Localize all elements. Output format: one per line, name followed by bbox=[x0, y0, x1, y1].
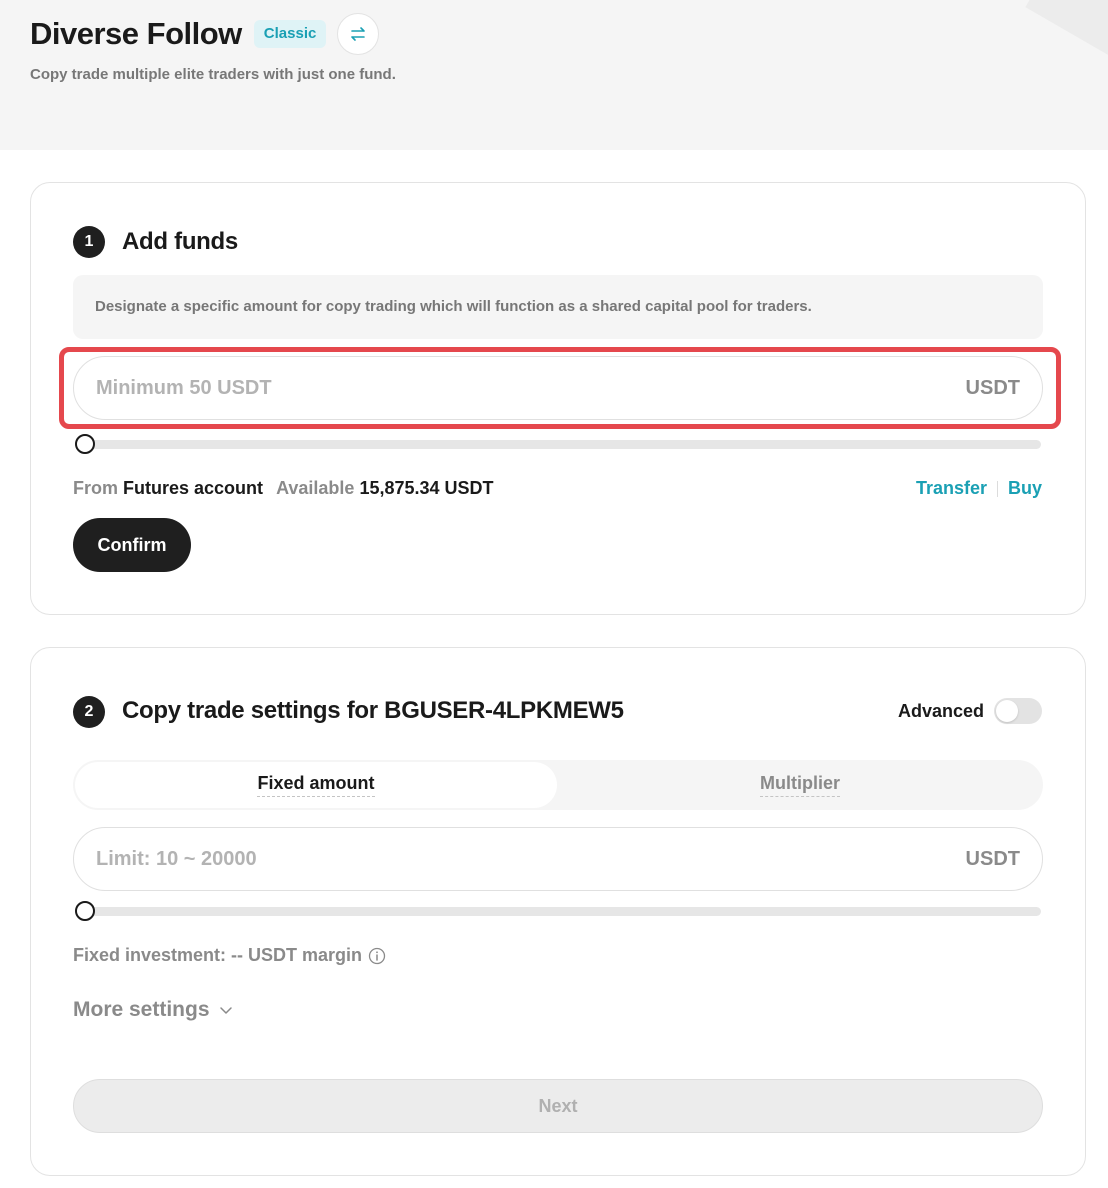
account-name: Futures account bbox=[123, 478, 264, 498]
funds-unit-label: USDT bbox=[965, 376, 1020, 399]
info-icon[interactable] bbox=[368, 947, 386, 965]
step-number-1: 1 bbox=[73, 226, 105, 258]
copy-settings-title: Copy trade settings for BGUSER-4LPKMEW5 bbox=[122, 697, 624, 724]
add-funds-card: 1 Add funds Designate a specific amount … bbox=[30, 182, 1086, 615]
next-button[interactable]: Next bbox=[73, 1079, 1043, 1133]
copy-settings-card: 2 Copy trade settings for BGUSER-4LPKMEW… bbox=[30, 647, 1086, 1176]
limit-amount-field[interactable]: USDT bbox=[73, 827, 1043, 891]
page-subtitle: Copy trade multiple elite traders with j… bbox=[30, 66, 396, 83]
funds-slider[interactable] bbox=[75, 434, 1041, 454]
header-decoration bbox=[1025, 0, 1108, 63]
buy-link[interactable]: Buy bbox=[1008, 478, 1042, 499]
switch-mode-button[interactable] bbox=[337, 13, 380, 55]
from-label: From bbox=[73, 478, 118, 498]
account-info: From Futures account Available 15,875.34… bbox=[73, 478, 494, 499]
fixed-investment-row: Fixed investment: -- USDT margin bbox=[73, 945, 386, 966]
limit-slider-track bbox=[75, 907, 1041, 916]
funds-slider-thumb[interactable] bbox=[75, 434, 95, 454]
chevron-down-icon bbox=[219, 1007, 232, 1014]
title-row: Diverse Follow Classic bbox=[30, 13, 380, 55]
advanced-toggle[interactable] bbox=[994, 698, 1042, 724]
more-settings-label: More settings bbox=[73, 998, 210, 1021]
limit-slider-thumb[interactable] bbox=[75, 901, 95, 921]
step-number-2: 2 bbox=[73, 696, 105, 728]
tab-multiplier-label: Multiplier bbox=[760, 773, 840, 797]
transfer-link[interactable]: Transfer bbox=[916, 478, 987, 499]
confirm-button[interactable]: Confirm bbox=[73, 518, 191, 572]
more-settings-toggle[interactable]: More settings bbox=[73, 998, 234, 1022]
toggle-knob bbox=[996, 700, 1018, 722]
mode-badge: Classic bbox=[253, 20, 327, 48]
tab-fixed-amount[interactable]: Fixed amount bbox=[75, 762, 557, 808]
available-label: Available bbox=[276, 478, 355, 498]
fixed-investment-text: Fixed investment: -- USDT margin bbox=[73, 945, 363, 965]
page-title: Diverse Follow bbox=[30, 16, 242, 51]
fund-links: Transfer Buy bbox=[916, 478, 1042, 499]
available-balance: 15,875.34 USDT bbox=[359, 478, 494, 498]
tab-fixed-amount-label: Fixed amount bbox=[257, 773, 375, 797]
funds-amount-input[interactable] bbox=[96, 376, 796, 400]
mode-tabs: Fixed amount Multiplier bbox=[73, 760, 1043, 810]
advanced-label: Advanced bbox=[897, 700, 984, 721]
link-divider bbox=[996, 480, 998, 497]
funds-info-box: Designate a specific amount for copy tra… bbox=[73, 275, 1043, 339]
funds-amount-field[interactable]: USDT bbox=[73, 356, 1043, 420]
page-header: Diverse Follow Classic Copy trade multip… bbox=[0, 0, 1108, 150]
limit-slider[interactable] bbox=[75, 901, 1041, 921]
advanced-toggle-row: Advanced bbox=[898, 698, 1042, 724]
swap-arrows-icon bbox=[351, 27, 366, 41]
limit-unit-label: USDT bbox=[965, 847, 1020, 870]
funds-slider-track bbox=[75, 440, 1041, 449]
tab-multiplier[interactable]: Multiplier bbox=[559, 762, 1041, 808]
add-funds-title: Add funds bbox=[122, 228, 238, 255]
limit-amount-input[interactable] bbox=[96, 847, 796, 871]
